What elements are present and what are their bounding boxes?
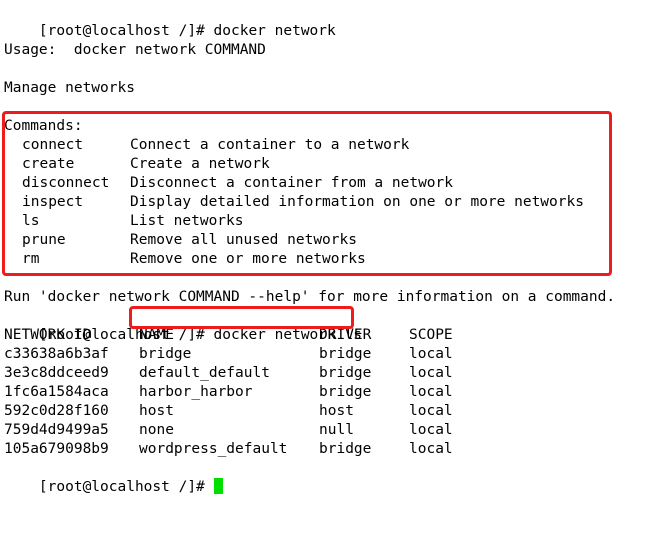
shell-prompt: [root@localhost /]# xyxy=(38,479,214,495)
network-driver: bridge xyxy=(319,384,372,400)
network-driver: bridge xyxy=(319,365,372,381)
table-row: 105a679098b9 wordpress_default bridge lo… xyxy=(4,440,453,459)
network-scope: local xyxy=(409,384,453,400)
table-header: NETWORK ID NAME DRIVER SCOPE xyxy=(4,326,453,345)
network-name: wordpress_default xyxy=(139,441,288,457)
command-line-3: [root@localhost /]# xyxy=(4,459,223,495)
network-driver: bridge xyxy=(319,346,372,362)
network-id: 592c0d28f160 xyxy=(4,403,109,419)
network-scope: local xyxy=(409,403,453,419)
network-name: bridge xyxy=(139,346,192,362)
network-driver: null xyxy=(319,422,354,438)
network-scope: local xyxy=(409,365,453,381)
terminal-cursor[interactable] xyxy=(213,478,223,494)
column-header-network-id: NETWORK ID xyxy=(4,327,92,343)
network-scope: local xyxy=(409,422,453,438)
commands-highlight-box xyxy=(2,111,612,276)
network-name: none xyxy=(139,422,174,438)
network-scope: local xyxy=(409,441,453,457)
shell-prompt: [root@localhost /]# xyxy=(38,23,214,39)
table-row: 592c0d28f160 host host local xyxy=(4,402,453,421)
network-driver: bridge xyxy=(319,441,372,457)
description-line: Manage networks xyxy=(4,80,135,96)
network-id: 759d4d9499a5 xyxy=(4,422,109,438)
table-row: 1fc6a1584aca harbor_harbor bridge local xyxy=(4,383,453,402)
network-id: c33638a6b3af xyxy=(4,346,109,362)
table-row: 759d4d9499a5 none null local xyxy=(4,421,453,440)
network-name: harbor_harbor xyxy=(139,384,253,400)
network-id: 3e3c8ddceed9 xyxy=(4,365,109,381)
terminal-window[interactable]: [root@localhost /]# docker network Usage… xyxy=(2,3,644,495)
network-scope: local xyxy=(409,346,453,362)
command-line-1: [root@localhost /]# docker network xyxy=(4,3,336,39)
network-id: 1fc6a1584aca xyxy=(4,384,109,400)
help-hint-line: Run 'docker network COMMAND --help' for … xyxy=(4,289,616,305)
network-name: host xyxy=(139,403,174,419)
usage-line: Usage: docker network COMMAND xyxy=(4,42,266,58)
table-row: c33638a6b3af bridge bridge local xyxy=(4,345,453,364)
command-text: docker network xyxy=(213,23,336,39)
network-name: default_default xyxy=(139,365,270,381)
command-highlight-box xyxy=(129,306,354,329)
table-row: 3e3c8ddceed9 default_default bridge loca… xyxy=(4,364,453,383)
network-id: 105a679098b9 xyxy=(4,441,109,457)
column-header-scope: SCOPE xyxy=(409,327,453,343)
network-driver: host xyxy=(319,403,354,419)
